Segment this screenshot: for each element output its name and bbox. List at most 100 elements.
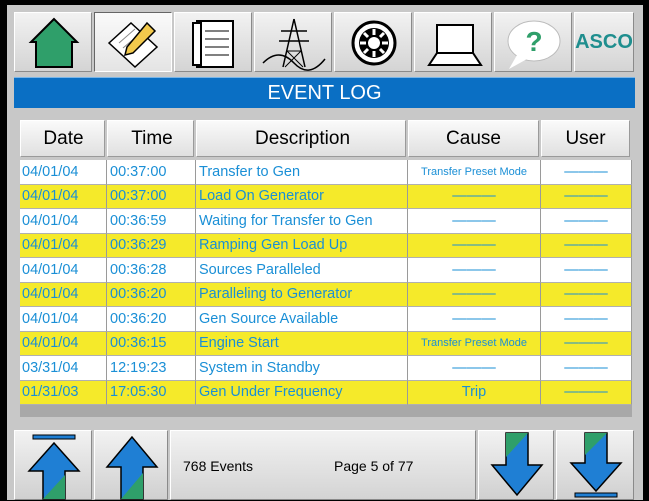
table-empty-area bbox=[20, 405, 632, 417]
time-cell: 17:05:30 bbox=[107, 380, 196, 405]
time-cell: 00:37:00 bbox=[107, 184, 196, 209]
house-icon bbox=[28, 17, 80, 68]
cause-cell: ——— bbox=[408, 184, 541, 209]
gear-wheel-icon bbox=[351, 20, 397, 66]
table-row[interactable]: 04/01/04 00:37:00 Load On Generator ——— … bbox=[20, 184, 632, 209]
column-header-cause[interactable]: Cause bbox=[408, 120, 539, 157]
asco-logo: ASCO bbox=[575, 30, 633, 53]
date-cell: 04/01/04 bbox=[20, 331, 107, 356]
user-cell: ——— bbox=[541, 258, 632, 283]
cause-cell: Transfer Preset Mode bbox=[408, 331, 541, 356]
column-header-time[interactable]: Time bbox=[107, 120, 194, 157]
date-cell: 04/01/04 bbox=[20, 258, 107, 283]
computer-button[interactable] bbox=[414, 12, 492, 72]
date-cell: 04/01/04 bbox=[20, 233, 107, 258]
previous-page-icon bbox=[105, 435, 159, 500]
column-header-description[interactable]: Description bbox=[196, 120, 406, 157]
help-button[interactable]: ? bbox=[494, 12, 572, 72]
next-page-button[interactable] bbox=[478, 430, 554, 500]
next-page-icon bbox=[490, 432, 544, 497]
cause-cell: ——— bbox=[408, 209, 541, 234]
first-page-icon bbox=[27, 434, 81, 500]
column-header-date[interactable]: Date bbox=[20, 120, 105, 157]
cause-cell: Trip bbox=[408, 380, 541, 405]
description-cell: Gen Source Available bbox=[196, 307, 408, 332]
description-cell: Sources Paralleled bbox=[196, 258, 408, 283]
table-row[interactable]: 04/01/04 00:36:20 Gen Source Available —… bbox=[20, 307, 632, 332]
description-cell: System in Standby bbox=[196, 356, 408, 381]
description-cell: Load On Generator bbox=[196, 184, 408, 209]
page-info: 768 Events Page 5 of 77 bbox=[170, 430, 476, 500]
time-cell: 00:36:20 bbox=[107, 282, 196, 307]
table-row[interactable]: 04/01/04 00:36:59 Waiting for Transfer t… bbox=[20, 209, 632, 234]
cause-cell: ——— bbox=[408, 233, 541, 258]
table-row[interactable]: 04/01/04 00:37:00 Transfer to Gen Transf… bbox=[20, 160, 632, 185]
time-cell: 00:36:29 bbox=[107, 233, 196, 258]
description-cell: Engine Start bbox=[196, 331, 408, 356]
events-count: 768 Events bbox=[183, 458, 254, 474]
bottom-navigation: 768 Events Page 5 of 77 bbox=[14, 430, 634, 500]
time-cell: 00:36:15 bbox=[107, 331, 196, 356]
table-body: 04/01/04 00:37:00 Transfer to Gen Transf… bbox=[20, 160, 632, 417]
event-table: Date Time Description Cause User 04/01/0… bbox=[20, 120, 632, 417]
user-cell: ——— bbox=[541, 233, 632, 258]
asco-button[interactable]: ASCO bbox=[574, 12, 634, 72]
time-cell: 00:37:00 bbox=[107, 160, 196, 185]
user-cell: ——— bbox=[541, 160, 632, 185]
cause-cell: ——— bbox=[408, 258, 541, 283]
clipboard-icon bbox=[192, 20, 234, 68]
user-cell: ——— bbox=[541, 209, 632, 234]
top-toolbar: ? ASCO bbox=[14, 12, 634, 72]
cause-cell: Transfer Preset Mode bbox=[408, 160, 541, 185]
description-cell: Paralleling to Generator bbox=[196, 282, 408, 307]
last-page-button[interactable] bbox=[556, 430, 634, 500]
user-cell: ——— bbox=[541, 331, 632, 356]
user-cell: ——— bbox=[541, 307, 632, 332]
table-row[interactable]: 04/01/04 00:36:28 Sources Paralleled ———… bbox=[20, 258, 632, 283]
date-cell: 04/01/04 bbox=[20, 160, 107, 185]
previous-page-button[interactable] bbox=[94, 430, 168, 500]
last-page-icon bbox=[569, 432, 623, 498]
time-cell: 00:36:59 bbox=[107, 209, 196, 234]
power-tower-icon bbox=[262, 18, 326, 71]
user-cell: ——— bbox=[541, 356, 632, 381]
description-cell: Ramping Gen Load Up bbox=[196, 233, 408, 258]
engine-button[interactable] bbox=[334, 12, 412, 72]
user-cell: ——— bbox=[541, 380, 632, 405]
first-page-button[interactable] bbox=[14, 430, 92, 500]
description-cell: Gen Under Frequency bbox=[196, 380, 408, 405]
time-cell: 00:36:20 bbox=[107, 307, 196, 332]
help-bubble-icon: ? bbox=[507, 20, 561, 69]
table-row[interactable]: 03/31/04 12:19:23 System in Standby ——— … bbox=[20, 356, 632, 381]
table-row[interactable]: 04/01/04 00:36:15 Engine Start Transfer … bbox=[20, 331, 632, 356]
date-cell: 04/01/04 bbox=[20, 282, 107, 307]
description-cell: Transfer to Gen bbox=[196, 160, 408, 185]
time-cell: 12:19:23 bbox=[107, 356, 196, 381]
event-log-button[interactable] bbox=[94, 12, 172, 72]
one-line-button[interactable] bbox=[254, 12, 332, 72]
pencil-notepad-icon bbox=[107, 21, 159, 69]
page-indicator: Page 5 of 77 bbox=[334, 458, 414, 474]
user-cell: ——— bbox=[541, 282, 632, 307]
svg-text:?: ? bbox=[525, 26, 542, 57]
cause-cell: ——— bbox=[408, 307, 541, 332]
cause-cell: ——— bbox=[408, 356, 541, 381]
report-button[interactable] bbox=[174, 12, 252, 72]
table-row[interactable]: 04/01/04 00:36:20 Paralleling to Generat… bbox=[20, 282, 632, 307]
date-cell: 04/01/04 bbox=[20, 307, 107, 332]
time-cell: 00:36:28 bbox=[107, 258, 196, 283]
user-cell: ——— bbox=[541, 184, 632, 209]
cause-cell: ——— bbox=[408, 282, 541, 307]
home-button[interactable] bbox=[14, 12, 92, 72]
laptop-icon bbox=[427, 24, 483, 66]
date-cell: 04/01/04 bbox=[20, 209, 107, 234]
date-cell: 01/31/03 bbox=[20, 380, 107, 405]
table-row[interactable]: 04/01/04 00:36:29 Ramping Gen Load Up ——… bbox=[20, 233, 632, 258]
description-cell: Waiting for Transfer to Gen bbox=[196, 209, 408, 234]
date-cell: 03/31/04 bbox=[20, 356, 107, 381]
page-title: EVENT LOG bbox=[14, 77, 635, 108]
column-header-user[interactable]: User bbox=[541, 120, 630, 157]
date-cell: 04/01/04 bbox=[20, 184, 107, 209]
table-row[interactable]: 01/31/03 17:05:30 Gen Under Frequency Tr… bbox=[20, 380, 632, 405]
table-header: Date Time Description Cause User bbox=[20, 120, 632, 157]
